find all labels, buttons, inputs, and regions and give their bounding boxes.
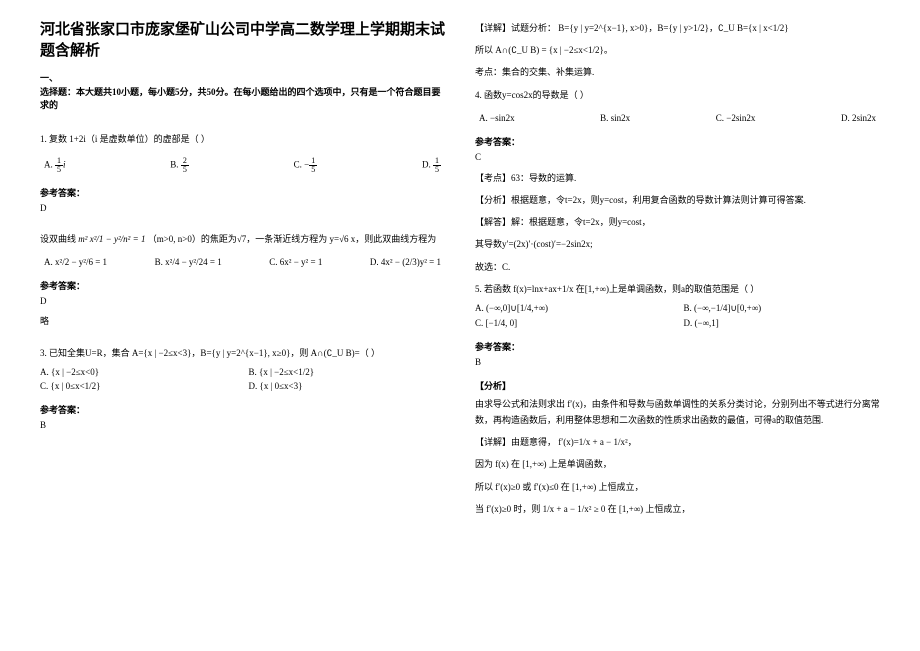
q5-det: 【详解】由题意得， f′(x)=1/x + a − 1/x²，: [475, 434, 880, 450]
q2-B: B. x²/4 − y²/24 = 1: [155, 257, 222, 267]
q4-B: B. sin2x: [600, 113, 630, 123]
right-column: 【详解】试题分析： B={y | y=2^{x−1}, x>0}，B={y | …: [475, 20, 880, 631]
q1-stem: 1. 复数 1+2i（i 是虚数单位）的虚部是（ ）: [40, 131, 445, 147]
q1-choices: A. 15i B. 25 C. −15 D. 15: [40, 157, 445, 174]
q3-ans: B: [40, 420, 445, 430]
left-column: 河北省张家口市庞家堡矿山公司中学高二数学理上学期期末试题含解析 一、 选择题：本…: [40, 20, 445, 631]
q5-ans-label: 参考答案：: [475, 340, 880, 353]
q2-D: D. 4x² − (2/3)y² = 1: [370, 257, 441, 267]
q3-ans-label: 参考答案：: [40, 403, 445, 416]
q2-eq: m² x²/1 − y²/n² = 1: [78, 234, 145, 244]
page-title: 河北省张家口市庞家堡矿山公司中学高二数学理上学期期末试题含解析: [40, 20, 445, 62]
q2-choices: A. x²/2 − y²/6 = 1 B. x²/4 − y²/24 = 1 C…: [40, 257, 445, 267]
q4-A: A. −sin2x: [479, 113, 515, 123]
q1-C: C. −15: [294, 157, 318, 174]
q5-det1: 因为 f(x) 在 [1,+∞) 上是单调函数，: [475, 456, 880, 472]
q4-stem: 4. 函数y=cos2x的导数是（ ）: [475, 87, 880, 103]
q2-ans: D: [40, 296, 445, 306]
q2-stem: 设双曲线 m² x²/1 − y²/n² = 1 （m>0, n>0）的焦距为√…: [40, 231, 445, 247]
q4-C: C. −2sin2x: [716, 113, 756, 123]
q5-D: D. (−∞,1]: [684, 318, 881, 328]
q5-ans: B: [475, 357, 880, 367]
section-num: 一、: [40, 73, 58, 83]
q4-ans: C: [475, 152, 880, 162]
q1-A: A. 15i: [44, 157, 66, 174]
q3-D: D. {x | 0≤x<3}: [249, 381, 446, 391]
q3-stem: 3. 已知全集U=R，集合 A={x | −2≤x<3}，B={y | y=2^…: [40, 345, 445, 361]
q5-C: C. [−1/4, 0]: [475, 318, 672, 328]
q4-ans-label: 参考答案：: [475, 135, 880, 148]
q1-D: D. 15: [422, 157, 441, 174]
q4-D: D. 2sin2x: [841, 113, 876, 123]
q2-A: A. x²/2 − y²/6 = 1: [44, 257, 107, 267]
q5-B: B. (−∞,−1/4]∪[0,+∞): [684, 303, 881, 314]
q3-so: 所以 A∩(∁_U B) = {x | −2≤x<1/2}。: [475, 42, 880, 58]
q4-choices: A. −sin2x B. sin2x C. −2sin2x D. 2sin2x: [475, 113, 880, 123]
q3-point: 考点：集合的交集、补集运算.: [475, 64, 880, 80]
q5-ana-text: 由求导公式和法则求出 f′(x)，由条件和导数与函数单调性的关系分类讨论，分别列…: [475, 396, 880, 428]
q1-ans-label: 参考答案：: [40, 186, 445, 199]
q2-C: C. 6x² − y² = 1: [269, 257, 322, 267]
q1-ans: D: [40, 203, 445, 213]
q3-B: B. {x | −2≤x<1/2}: [249, 367, 446, 377]
q4-solve2: 其导数y′=(2x)′·(cost)′=−2sin2x;: [475, 236, 880, 252]
q5-det2: 所以 f′(x)≥0 或 f′(x)≤0 在 [1,+∞) 上恒成立，: [475, 479, 880, 495]
section-header: 一、 选择题：本大题共10小题，每小题5分，共50分。在每小题给出的四个选项中，…: [40, 72, 445, 113]
q1-B: B. 25: [170, 157, 189, 174]
q5-ana-label: 【分析】: [475, 379, 880, 392]
q3-A: A. {x | −2≤x<0}: [40, 367, 237, 377]
q5-A: A. (−∞,0]∪[1/4,+∞): [475, 303, 672, 314]
q3-choices: A. {x | −2≤x<0} B. {x | −2≤x<1/2} C. {x …: [40, 367, 445, 391]
q4-solve1: 【解答】解：根据题意，令t=2x，则y=cost，: [475, 214, 880, 230]
q4-analysis: 【分析】根据题意，令t=2x，则y=cost，利用复合函数的导数计算法则计算可得…: [475, 192, 880, 208]
q3-detail: 【详解】试题分析： B={y | y=2^{x−1}, x>0}，B={y | …: [475, 20, 880, 36]
q5-det3: 当 f′(x)≥0 时，则 1/x + a − 1/x² ≥ 0 在 [1,+∞…: [475, 501, 880, 517]
q2-ans-label: 参考答案：: [40, 279, 445, 292]
q5-stem: 5. 若函数 f(x)=lnx+ax+1/x 在[1,+∞)上是单调函数，则a的…: [475, 281, 880, 297]
q4-solve3: 故选：C.: [475, 259, 880, 275]
q4-topic: 【考点】63：导数的运算.: [475, 170, 880, 186]
q5-choices: A. (−∞,0]∪[1/4,+∞) B. (−∞,−1/4]∪[0,+∞) C…: [475, 303, 880, 328]
section-text: 选择题：本大题共10小题，每小题5分，共50分。在每小题给出的四个选项中，只有是…: [40, 87, 441, 111]
q3-C: C. {x | 0≤x<1/2}: [40, 381, 237, 391]
q2-note: 略: [40, 314, 445, 327]
